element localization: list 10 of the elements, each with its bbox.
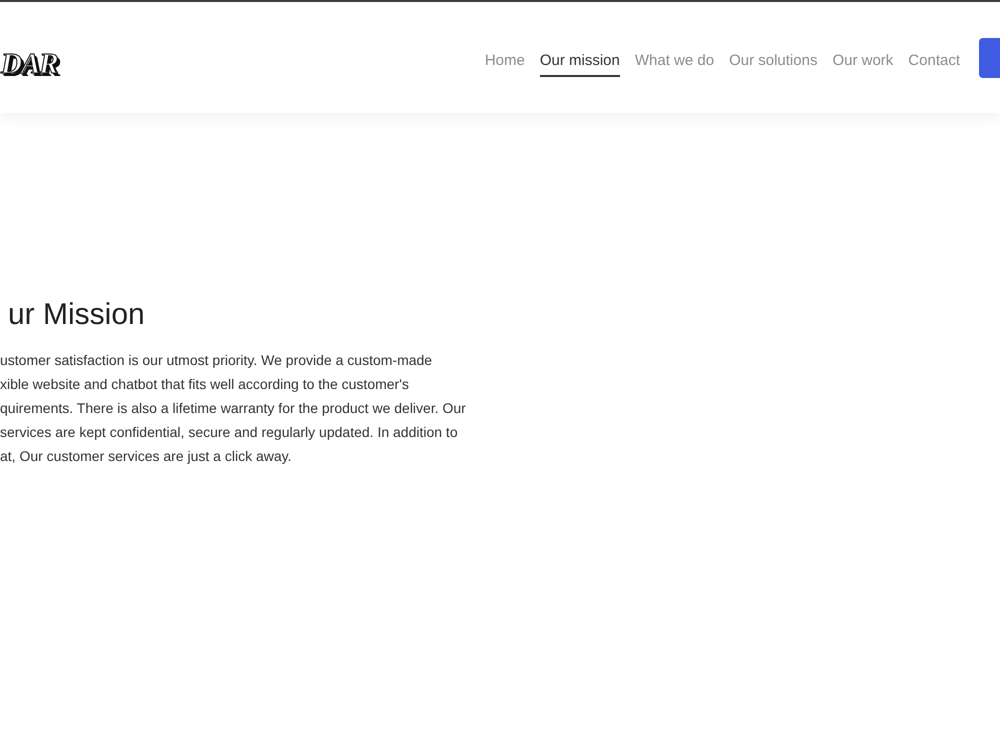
logo[interactable]: DAR <box>1 50 58 79</box>
nav-link[interactable]: Contact <box>908 46 960 77</box>
nav-link[interactable]: Our work <box>832 46 894 77</box>
nav-link[interactable]: What we do <box>634 46 714 77</box>
nav-link[interactable]: Our mission <box>540 46 620 77</box>
cta-button[interactable] <box>979 38 1000 78</box>
nav-link[interactable]: Our solutions <box>729 46 818 77</box>
section-heading: ur Mission <box>7 297 146 333</box>
nav-link[interactable]: Home <box>484 46 525 77</box>
mission-paragraph: ustomer satisfaction is our utmost priority. We provide a custom-made xible website and chatbot that fits well according to the customer's quirements. There is also a lifetime warranty for the product we deliver. Our services are kept confidential, secure and regularly updated. In addition to at, Our customer services are just a click away. <box>0 351 467 466</box>
